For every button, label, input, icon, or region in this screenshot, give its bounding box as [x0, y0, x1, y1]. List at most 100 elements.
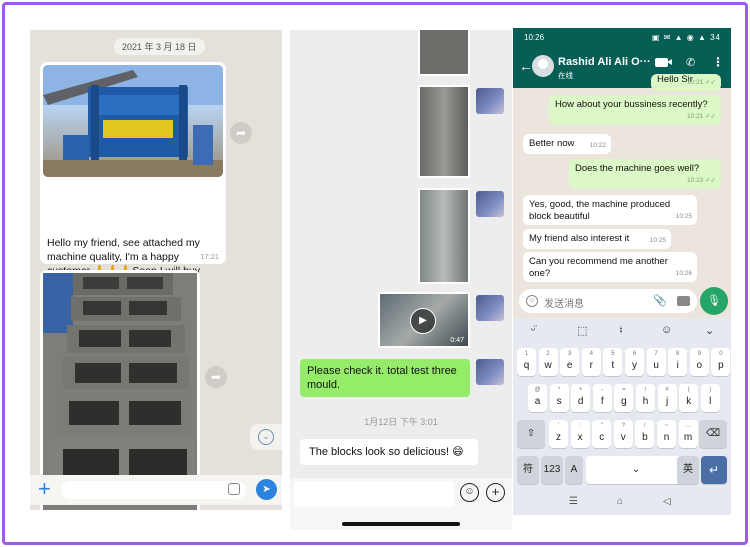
key-alt-label: /	[644, 387, 647, 393]
key-o[interactable]: 9o	[689, 348, 709, 376]
key-p[interactable]: 0p	[711, 348, 731, 376]
contact-avatar[interactable]	[532, 55, 554, 77]
key-c[interactable]: " c	[592, 420, 612, 448]
symbols-key[interactable]: 符	[517, 456, 539, 484]
key-f[interactable]: -f	[592, 384, 612, 412]
video-call-icon[interactable]	[655, 58, 668, 67]
phone-icon[interactable]: ✆	[686, 56, 695, 69]
key-a[interactable]: @ a	[528, 384, 547, 412]
forward-icon[interactable]: ➦	[230, 122, 252, 144]
shared-photo-2[interactable]	[418, 85, 470, 178]
key-r[interactable]: 4r	[581, 348, 601, 376]
key-n[interactable]: ~ n	[657, 420, 676, 448]
emoji-toolbar-icon[interactable]: ᵕ̈	[531, 324, 535, 336]
avatar[interactable]	[476, 295, 504, 321]
layout-key[interactable]: A	[565, 456, 583, 484]
key-label: v	[620, 432, 626, 443]
collapse-keyboard-icon[interactable]: ⌄	[705, 324, 714, 337]
message-input[interactable]	[61, 481, 246, 499]
language-key[interactable]: 英	[677, 456, 699, 484]
shared-photo-1[interactable]	[418, 30, 470, 76]
key-u[interactable]: 7u	[646, 348, 666, 376]
key-alt-label: -	[601, 387, 604, 393]
mic-button[interactable]: 🎙	[700, 287, 728, 315]
message-time: 10:21 ✓✓	[687, 79, 716, 86]
key-label: q	[523, 360, 530, 371]
key-w[interactable]: 2w	[538, 348, 558, 376]
key-v[interactable]: ? v	[613, 420, 633, 448]
key-d[interactable]: + d	[571, 384, 591, 412]
play-icon[interactable]: ▶	[410, 308, 436, 334]
avatar[interactable]	[476, 191, 504, 217]
voice-input-icon[interactable]: ♮	[619, 324, 623, 337]
plus-icon[interactable]: +	[486, 483, 505, 502]
chevron-down-icon: ⌄	[258, 429, 274, 445]
emoji-icon[interactable]: ☺	[526, 295, 538, 307]
message-input[interactable]: 发送消息	[544, 295, 584, 310]
key-q[interactable]: 1q	[517, 348, 536, 376]
key-label: z	[556, 432, 561, 443]
contact-name[interactable]: Rashid Ali Ali O···	[558, 56, 651, 68]
chat-panel-1: 2021 年 3 月 18 日 Hello my friend, see att…	[30, 30, 282, 510]
sticker-icon[interactable]: ☺	[661, 324, 672, 336]
outgoing-message[interactable]: How about your bussiness recently? 10:21 …	[549, 95, 721, 125]
key-b[interactable]: ! b	[635, 420, 655, 448]
composer[interactable]: ☺ 发送消息 📎	[519, 289, 697, 313]
message-input[interactable]	[294, 481, 454, 507]
key-e[interactable]: 3e	[560, 348, 580, 376]
key-label: d	[577, 396, 584, 407]
space-key[interactable]: ⌄	[586, 456, 686, 484]
key-label: n	[663, 432, 670, 443]
image-message-bubble-2[interactable]	[40, 270, 200, 510]
backspace-key[interactable]: ⌫	[699, 420, 727, 448]
key-label: w	[544, 360, 552, 371]
avatar[interactable]	[476, 88, 504, 114]
image-message-bubble[interactable]: Hello my friend, see attached my machine…	[40, 62, 226, 291]
attach-icon[interactable]: 📎	[653, 294, 667, 307]
camera-icon[interactable]	[677, 296, 690, 306]
key-label: c	[599, 432, 605, 443]
key-j[interactable]: # j	[657, 384, 677, 412]
key-y[interactable]: 6y	[625, 348, 644, 376]
message-text: How about your bussiness recently?	[555, 99, 708, 110]
shift-key[interactable]: ⇧	[517, 420, 545, 448]
key-k[interactable]: (k	[679, 384, 699, 412]
forward-icon-2[interactable]: ➦	[205, 366, 227, 388]
sticker-icon[interactable]	[228, 483, 240, 495]
key-alt-label: +	[578, 387, 583, 393]
back-arrow-icon[interactable]: ←	[519, 58, 533, 74]
message-text: Can you recommend me another one?	[529, 256, 668, 279]
clipboard-icon[interactable]: ⬚	[577, 324, 587, 337]
nav-back-icon[interactable]: ◁	[663, 496, 671, 507]
key-z[interactable]: ' z	[549, 420, 568, 448]
key-l[interactable]: ) l	[700, 384, 720, 412]
enter-key[interactable]: ↵	[701, 456, 727, 484]
outgoing-message[interactable]: Hello Sir 10:21 ✓✓	[651, 74, 721, 91]
scroll-down-button[interactable]: ⌄	[250, 424, 282, 450]
key-m[interactable]: … m	[678, 420, 698, 448]
key-g[interactable]: = g	[614, 384, 634, 412]
plus-icon[interactable]: +	[38, 478, 51, 500]
key-alt-label: ?	[621, 423, 625, 429]
emoji-icon[interactable]: ☺	[460, 483, 479, 502]
key-i[interactable]: 8i	[668, 348, 688, 376]
key-t[interactable]: 5t	[603, 348, 623, 376]
more-menu-icon[interactable]: ⋮	[712, 55, 724, 69]
send-icon[interactable]: ➤	[256, 479, 277, 500]
outgoing-message[interactable]: Does the machine goes well? 10:23 ✓✓	[569, 159, 721, 189]
nav-menu-icon[interactable]: ☰	[569, 496, 578, 507]
machine-photo[interactable]	[43, 65, 223, 177]
numbers-key[interactable]: 123	[541, 456, 563, 484]
incoming-message[interactable]: My friend also interest it 10:25	[523, 229, 671, 249]
nav-home-icon[interactable]: ⌂	[617, 496, 623, 507]
key-s[interactable]: * s	[549, 384, 569, 412]
key-h[interactable]: / h	[636, 384, 655, 412]
incoming-message[interactable]: Can you recommend me another one? 10:26	[523, 252, 697, 282]
key-label: o	[696, 360, 703, 371]
video-message[interactable]: ▶ 0:47	[378, 292, 470, 348]
shared-photo-3[interactable]	[418, 188, 470, 284]
incoming-message[interactable]: Better now 10:22	[523, 134, 611, 154]
incoming-message[interactable]: Yes, good, the machine produced block be…	[523, 195, 697, 225]
avatar[interactable]	[476, 359, 504, 385]
key-x[interactable]: :x	[570, 420, 590, 448]
